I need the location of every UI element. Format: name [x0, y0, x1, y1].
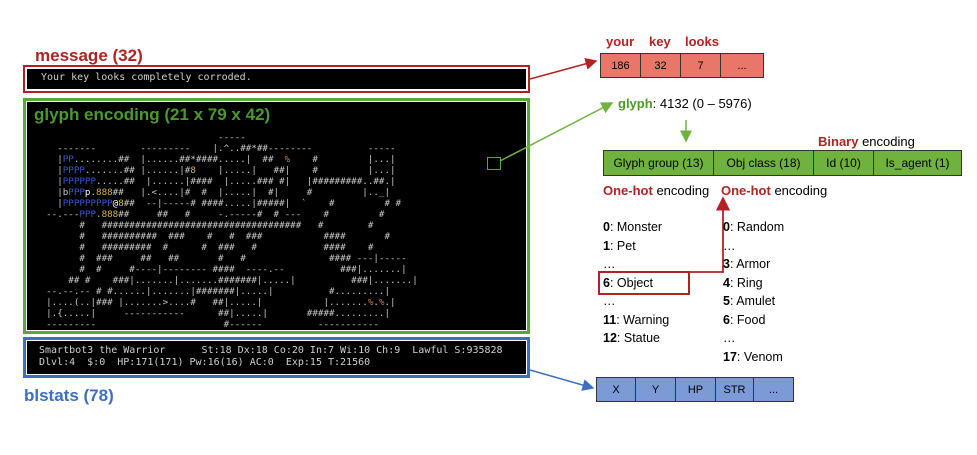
class-item: … [723, 331, 736, 345]
onehot-label-1: One-hot encoding [603, 183, 709, 198]
onehot-rest-1: encoding [652, 183, 710, 198]
onehot-word-1: One-hot [603, 183, 653, 198]
msg-cell-2: 32 [641, 53, 681, 78]
field-id: Id (10) [814, 150, 874, 176]
blstats-fields-row: X Y HP STR ... [596, 377, 794, 402]
glyph-number: : 4132 (0 – 5976) [652, 96, 752, 111]
word-key: key [649, 34, 671, 49]
blstat-hp: HP [676, 377, 716, 402]
onehot-label-2: One-hot encoding [721, 183, 827, 198]
message-arrow [529, 57, 598, 80]
word-looks: looks [685, 34, 719, 49]
class-item: 4: Ring [723, 275, 763, 290]
onehot-rest-2: encoding [770, 183, 828, 198]
obj-class-list: 0: Random … 3: Armor 4: Ring 5: Amulet 6… [723, 218, 784, 366]
blstat-str: STR [716, 377, 754, 402]
group-item: 11: Warning [603, 312, 670, 327]
group-item: 1: Pet [603, 238, 636, 253]
msg-cell-3: 7 [681, 53, 721, 78]
msg-cell-4: ... [721, 53, 764, 78]
field-glyph-group: Glyph group (13) [603, 150, 714, 176]
glyph-value: glyph: 4132 (0 – 5976) [618, 96, 752, 111]
glyph-label: glyph [618, 96, 653, 111]
glyph-arrow [499, 102, 614, 162]
class-item: 3: Armor [723, 257, 771, 271]
class-item: 0: Random [723, 220, 785, 234]
blstat-more: ... [754, 377, 794, 402]
blstats-arrow [529, 369, 595, 391]
blstat-y: Y [636, 377, 676, 402]
binary-rest: encoding [858, 134, 915, 149]
glyph-fields-row: Glyph group (13) Obj class (18) Id (10) … [603, 150, 962, 176]
binary-word: Binary [818, 134, 859, 149]
binary-encoding-label: Binary encoding [818, 134, 915, 149]
class-item: 5: Amulet [723, 294, 776, 308]
word-your: your [606, 34, 635, 49]
field-obj-class: Obj class (18) [714, 150, 814, 176]
group-item: 12: Statue [603, 331, 660, 345]
arrows-layer [499, 57, 731, 391]
class-item: 6: Food [723, 312, 766, 327]
msg-cell-1: 186 [600, 53, 641, 78]
group-item: 0: Monster [603, 220, 663, 234]
onehot-word-2: One-hot [721, 183, 771, 198]
blstat-x: X [596, 377, 636, 402]
class-item: … [723, 238, 736, 253]
field-is-agent: Is_agent (1) [874, 150, 962, 176]
message-encoding-row: 186 32 7 ... [600, 53, 764, 78]
object-arrow [690, 196, 731, 273]
class-item: 17: Venom [723, 349, 783, 364]
object-highlight-box [598, 271, 690, 295]
